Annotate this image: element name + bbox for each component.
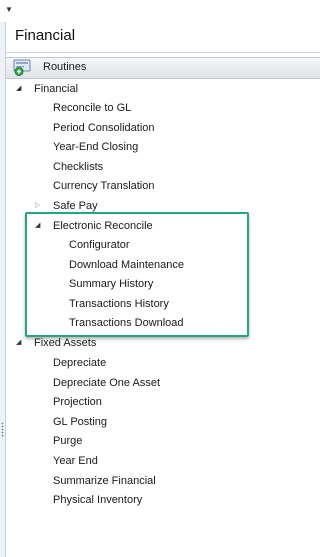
tree-item-projection[interactable]: Projection	[53, 394, 102, 410]
tree-item-physical-inventory[interactable]: Physical Inventory	[53, 492, 142, 508]
routines-icon	[13, 59, 31, 76]
panel-title: Financial	[15, 27, 76, 44]
collapse-arrow-icon[interactable]: ◢	[16, 339, 24, 347]
tree-item-label: Physical Inventory	[53, 494, 143, 507]
routines-header[interactable]: Routines	[6, 57, 320, 79]
tree-item-currency-translation[interactable]: Currency Translation	[53, 178, 155, 194]
tree-item-label: Year-End Closing	[53, 141, 139, 154]
title-divider	[6, 52, 320, 53]
tree-item-fixed-assets[interactable]: ◢ Fixed Assets	[16, 335, 97, 351]
tree-item-label: Reconcile to GL	[53, 102, 132, 114]
tree-item-year-end[interactable]: Year End	[53, 453, 98, 469]
highlight-box	[25, 212, 249, 337]
tree-item-label: Purge	[53, 435, 83, 448]
tree-item-purge[interactable]: Purge	[53, 433, 82, 449]
tree-item-label: Checklists	[53, 160, 104, 173]
tree-item-label: Fixed Assets	[34, 337, 97, 349]
tree-item-gl-posting[interactable]: GL Posting	[53, 414, 107, 430]
tree-item-label: GL Posting	[53, 415, 108, 428]
collapse-arrow-icon[interactable]: ◢	[16, 85, 24, 93]
tree-item-reconcile-to-gl[interactable]: Reconcile to GL	[53, 100, 131, 116]
tree-item-label: Financial	[34, 83, 79, 95]
tree-item-depreciate-one-asset[interactable]: Depreciate One Asset	[53, 375, 160, 391]
dropdown-arrow-icon[interactable]: ▼	[5, 5, 13, 14]
tree-item-label: Year End	[53, 455, 98, 467]
tree-item-label: Projection	[53, 396, 102, 409]
tree-item-label: Currency Translation	[53, 180, 155, 193]
tree-item-label: Period Consolidation	[53, 121, 155, 134]
routines-label: Routines	[43, 61, 87, 73]
expand-arrow-icon[interactable]: ▷	[35, 202, 43, 210]
tree-item-label: Depreciate	[53, 357, 107, 369]
tree-item-label: Safe Pay	[53, 200, 98, 212]
tree-item-label: Summarize Financial	[53, 474, 156, 487]
left-splitter[interactable]	[0, 22, 6, 557]
tree-item-year-end-closing[interactable]: Year-End Closing	[53, 139, 138, 155]
tree-item-label: Depreciate One Asset	[53, 376, 161, 389]
tree-item-checklists[interactable]: Checklists	[53, 159, 103, 175]
tree-item-depreciate[interactable]: Depreciate	[53, 355, 106, 371]
tree-item-summarize-financial[interactable]: Summarize Financial	[53, 473, 156, 489]
tree-item-financial[interactable]: ◢ Financial	[16, 81, 79, 97]
splitter-grip-icon[interactable]	[1, 422, 4, 438]
top-bar: ▼	[0, 0, 320, 22]
tree-item-period-consolidation[interactable]: Period Consolidation	[53, 120, 155, 136]
